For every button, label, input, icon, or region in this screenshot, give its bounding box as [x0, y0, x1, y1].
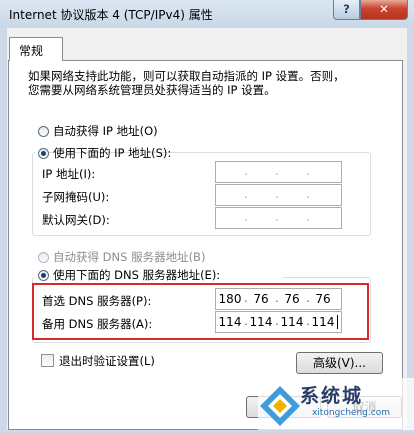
- dns-highlight-box: [32, 283, 369, 340]
- subnet-mask-label: 子网掩码(U):: [42, 190, 110, 204]
- validate-label[interactable]: 退出时验证设置(L): [59, 353, 155, 369]
- radio-auto-ip-label[interactable]: 自动获得 IP 地址(O): [53, 123, 158, 139]
- subnet-mask-field[interactable]: . . .: [215, 184, 342, 206]
- general-panel: [8, 60, 403, 430]
- radio-manual-ip[interactable]: [38, 148, 49, 159]
- watermark-url: xitongcheng.com: [312, 408, 390, 418]
- tab-general-label: 常规: [19, 44, 44, 58]
- gateway-label: 默认网关(D):: [42, 213, 110, 227]
- radio-manual-dns-wrap: 使用下面的 DNS 服务器地址(E):: [35, 266, 283, 282]
- close-icon: ✕: [379, 2, 389, 16]
- title-bar: Internet 协议版本 4 (TCP/IPv4) 属性 ? ✕: [0, 0, 414, 28]
- help-button[interactable]: ?: [333, 0, 360, 20]
- radio-manual-dns-label[interactable]: 使用下面的 DNS 服务器地址(E):: [53, 267, 220, 283]
- radio-manual-ip-wrap: 使用下面的 IP 地址(S):: [35, 144, 171, 160]
- radio-manual-dns[interactable]: [38, 270, 49, 281]
- radio-auto-dns[interactable]: [38, 252, 49, 263]
- ip-address-field[interactable]: . . .: [215, 161, 342, 183]
- watermark-brand: 系统城: [300, 385, 364, 407]
- validate-checkbox[interactable]: [41, 354, 54, 367]
- advanced-button[interactable]: 高级(V)...: [296, 352, 383, 374]
- radio-manual-ip-label[interactable]: 使用下面的 IP 地址(S):: [53, 145, 171, 161]
- description-line-2: 您需要从网络系统管理员处获得适当的 IP 设置。: [28, 83, 276, 97]
- help-icon: ?: [343, 2, 350, 16]
- close-button[interactable]: ✕: [360, 0, 408, 20]
- window-title: Internet 协议版本 4 (TCP/IPv4) 属性: [9, 8, 213, 22]
- gateway-field[interactable]: . . .: [215, 207, 342, 229]
- tab-general[interactable]: 常规: [9, 37, 63, 61]
- ip-address-label: IP 地址(I):: [42, 167, 96, 181]
- radio-auto-dns-label[interactable]: 自动获得 DNS 服务器地址(B): [53, 249, 205, 265]
- radio-auto-ip[interactable]: [38, 126, 49, 137]
